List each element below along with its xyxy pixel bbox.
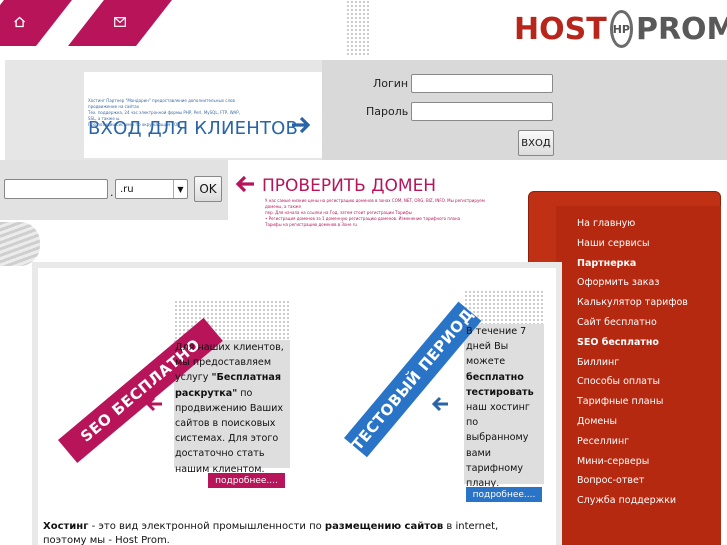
arrow-left-icon xyxy=(234,174,256,198)
chevron-down-icon: ▼ xyxy=(173,180,187,198)
sidebar-menu-item[interactable]: Калькулятор тарифов xyxy=(577,293,688,313)
password-label: Пароль : xyxy=(366,105,416,118)
domain-zone-value: .ru xyxy=(120,183,134,195)
home-icon xyxy=(14,16,26,31)
sidebar-menu-item[interactable]: Служба поддержки xyxy=(577,491,688,511)
decor-cable xyxy=(0,222,40,266)
sidebar-menu-item[interactable]: Оформить заказ xyxy=(577,273,688,293)
hosting-description: Хостинг - это вид электронной промышленн… xyxy=(43,521,499,545)
logo[interactable]: HOST НР PROM xyxy=(514,8,727,50)
sidebar-menu-item[interactable]: Сайт бесплатно xyxy=(577,313,688,333)
check-domain-title: ПРОВЕРИТЬ ДОМЕН xyxy=(262,176,437,196)
domain-input[interactable] xyxy=(4,179,108,199)
arrow-right-icon xyxy=(290,115,312,141)
sidebar-menu-item[interactable]: Вопрос-ответ xyxy=(577,471,688,491)
sidebar-menu-item[interactable]: Партнерка xyxy=(577,254,688,274)
domain-dot: . xyxy=(110,186,114,199)
sidebar-menu-list: На главную Наши сервисы Партнерка Оформить … xyxy=(577,214,688,511)
logo-host-text: HOST xyxy=(514,11,607,47)
sidebar-menu-item[interactable]: SEO бесплатно xyxy=(577,333,688,353)
password-input[interactable] xyxy=(411,102,553,121)
sidebar-menu-item[interactable]: Тарифные планы xyxy=(577,392,688,412)
sidebar-menu-item[interactable]: Мини-серверы xyxy=(577,452,688,472)
login-input[interactable] xyxy=(411,74,553,93)
mail-tab[interactable] xyxy=(68,0,172,46)
domain-zone-select[interactable]: .ru ▼ xyxy=(115,179,188,199)
logo-prom-text: PROM xyxy=(635,11,727,47)
seo-promo-text: Для наших клиентов, мы предоставляем усл… xyxy=(175,342,284,475)
sidebar-menu-item[interactable]: Домены xyxy=(577,412,688,432)
logo-badge: НР xyxy=(609,10,633,48)
sidebar-menu-item[interactable]: Способы оплаты xyxy=(577,372,688,392)
sidebar-menu-item[interactable]: На главную xyxy=(577,214,688,234)
dot-pattern xyxy=(346,0,370,56)
sidebar-menu-item[interactable]: Наши сервисы xyxy=(577,234,688,254)
home-tab[interactable] xyxy=(0,0,72,46)
arrow-left-icon xyxy=(144,394,164,418)
arrow-left-icon xyxy=(430,394,450,419)
trial-more-button[interactable]: подробнее.... xyxy=(466,487,542,502)
seo-more-button[interactable]: подробнее.... xyxy=(208,473,285,488)
domain-check-button[interactable]: OK xyxy=(194,176,222,202)
domain-info-text: У нас самые низкие цены на регистрацию д… xyxy=(265,198,485,227)
login-label: Логин : xyxy=(373,77,416,90)
login-submit-button[interactable]: ВХОД xyxy=(518,130,554,156)
client-login-title: ВХОД ДЛЯ КЛИЕНТОВ xyxy=(88,118,299,139)
sidebar-menu-item[interactable]: Биллинг xyxy=(577,353,688,373)
mail-icon xyxy=(114,16,126,30)
trial-promo-text: В течение 7 дней Вы можете бесплатно тес… xyxy=(466,326,534,490)
sidebar-menu-item[interactable]: Реселлинг xyxy=(577,432,688,452)
